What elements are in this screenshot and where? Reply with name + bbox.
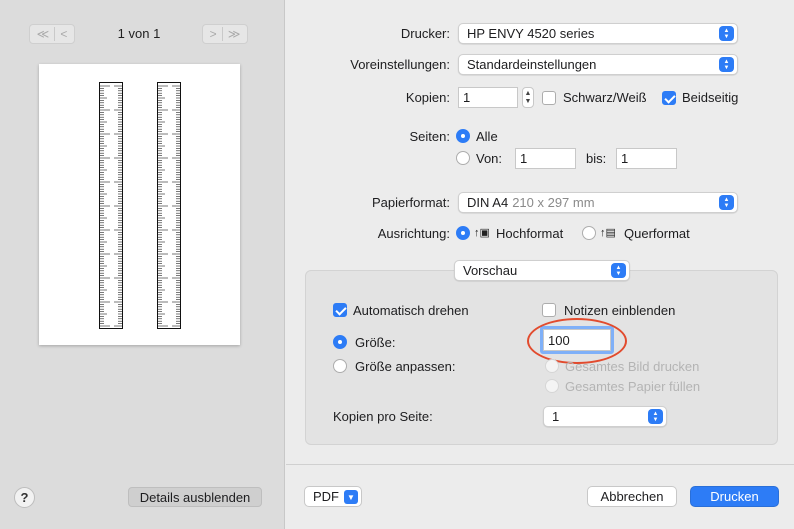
landscape-label: Querformat [624,226,690,241]
duplex-label: Beidseitig [682,90,739,105]
last-page-icon[interactable]: ≫ [228,27,241,41]
copies-stepper[interactable]: ▲ ▼ [522,87,534,108]
pages-to-input[interactable]: 1 [616,148,677,169]
printer-value: HP ENVY 4520 series [467,26,595,41]
portrait-label: Hochformat [496,226,564,241]
printer-label: Drucker: [400,26,450,41]
settings-pane: Drucker: HP ENVY 4520 series ▲ ▼ Voreinst… [286,0,794,529]
copies-input[interactable]: 1 [458,87,518,108]
scale-to-fit-radio[interactable] [333,359,347,373]
first-page-icon[interactable]: ≪ [37,27,50,41]
pages-per-sheet-popup[interactable]: 1 ▲ ▼ [543,406,667,427]
copies-label: Kopien: [405,90,450,105]
auto-rotate-label: Automatisch drehen [353,303,469,318]
help-button[interactable]: ? [14,487,35,508]
paper-size-popup[interactable]: DIN A4 210 x 297 mm ▲ ▼ [458,192,738,213]
print-button[interactable]: Drucken [690,486,779,507]
hide-details-button[interactable]: Details ausblenden [128,487,262,507]
landscape-icon: ↑▤ [600,227,616,239]
chevron-down-icon: ▼ [344,490,358,504]
divider [54,27,56,41]
first-prev-page-buttons[interactable]: ≪ < [29,24,75,44]
ruler-image-right [157,82,181,329]
scale-to-fit-label: Größe anpassen: [355,359,456,374]
black-white-checkbox[interactable] [542,91,556,105]
stepper-down-icon[interactable]: ▼ [525,98,532,106]
next-last-page-buttons[interactable]: > ≫ [202,24,248,44]
paper-size-hint: 210 x 297 mm [512,195,595,210]
auto-rotate-checkbox[interactable] [333,303,347,317]
pdf-label: PDF [313,489,339,504]
popup-arrows-icon: ▲ ▼ [648,409,663,424]
pages-to-label: bis: [586,151,607,166]
pdf-menu-button[interactable]: PDF ▼ [304,486,362,507]
ruler-image-left [99,82,123,329]
show-notes-checkbox[interactable] [542,303,556,317]
presets-value: Standardeinstellungen [467,57,597,72]
fill-entire-paper-radio[interactable] [545,379,559,393]
duplex-checkbox[interactable] [662,91,676,105]
show-notes-label: Notizen einblenden [564,303,676,318]
pages-from-input[interactable]: 1 [515,148,576,169]
pages-from-label: Von: [476,151,503,166]
pages-all-radio[interactable] [456,129,470,143]
portrait-icon: ↑▣ [474,227,490,239]
presets-popup[interactable]: Standardeinstellungen ▲ ▼ [458,54,738,75]
page-counter: 1 von 1 [117,26,161,41]
landscape-radio[interactable] [582,226,596,240]
next-page-icon[interactable]: > [210,27,217,41]
pages-per-sheet-label: Kopien pro Seite: [333,409,433,424]
footer-divider [286,464,794,465]
highlight-ellipse-annotation [527,318,627,364]
fill-entire-paper-label: Gesamtes Papier füllen [565,379,701,394]
printer-popup[interactable]: HP ENVY 4520 series ▲ ▼ [458,23,738,44]
presets-label: Voreinstellungen: [350,57,450,72]
portrait-radio[interactable] [456,226,470,240]
page-preview [39,64,240,345]
previous-page-icon[interactable]: < [60,27,67,41]
paper-size-label: Papierformat: [371,195,450,210]
pages-label: Seiten: [409,129,450,144]
popup-arrows-icon: ▲ ▼ [719,195,734,210]
stepper-up-icon[interactable]: ▲ [525,90,532,98]
orientation-label: Ausrichtung: [377,226,450,241]
cancel-button[interactable]: Abbrechen [587,486,677,507]
popup-arrows-icon: ▲ ▼ [719,26,734,41]
preview-pane: ≪ < 1 von 1 > ≫ ? Details ausblenden [0,0,285,529]
pages-all-label: Alle [476,129,498,144]
size-radio[interactable] [333,335,347,349]
print-entire-image-label: Gesamtes Bild drucken [565,359,700,374]
black-white-label: Schwarz/Weiß [563,90,647,105]
pages-range-radio[interactable] [456,151,470,165]
size-label: Größe: [355,335,396,350]
popup-arrows-icon: ▲ ▼ [719,57,734,72]
section-value: Vorschau [463,263,518,278]
print-entire-image-radio[interactable] [545,359,559,373]
section-popup[interactable]: Vorschau ▲ ▼ [454,260,630,281]
paper-size-value: DIN A4 [467,195,509,210]
pages-per-sheet-value: 1 [552,409,560,424]
divider [221,27,223,41]
popup-arrows-icon: ▲ ▼ [611,263,626,278]
